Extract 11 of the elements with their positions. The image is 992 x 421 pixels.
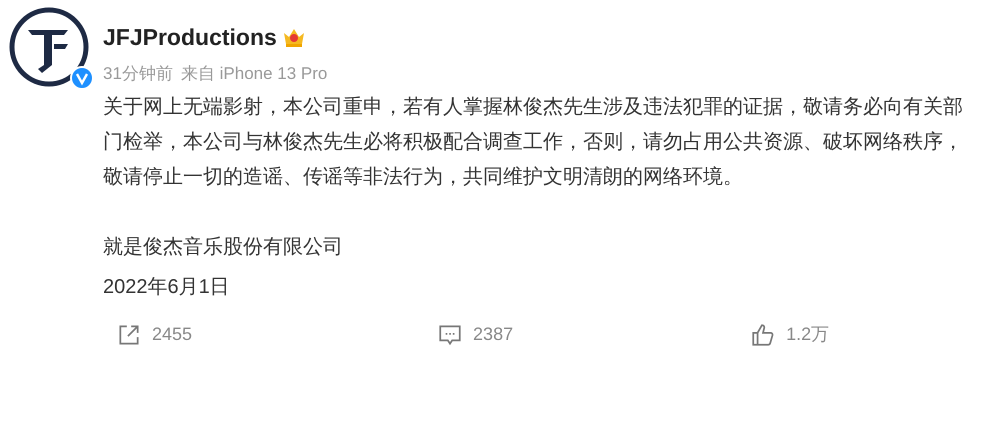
author-name[interactable]: JFJProductions [103, 20, 277, 54]
post-time: 31分钟前 [103, 62, 173, 84]
post-source: 来自 iPhone 13 Pro [180, 62, 328, 84]
signature-line: 2022年6月1日 [103, 275, 231, 300]
logo-icon [8, 6, 90, 88]
signature-line: 就是俊杰音乐股份有限公司 [103, 235, 344, 260]
share-button[interactable]: 2455 [116, 321, 192, 348]
like-button[interactable]: 1.2万 [750, 321, 830, 348]
thumbs-up-icon [750, 322, 776, 348]
post-text: 关于网上无端影射，本公司重申，若有人掌握林俊杰先生涉及违法犯罪的证据，敬请务必向有关部门检举，本公司与林俊杰先生必将积极配合调查工作，否则，请勿占用公共资源、破坏网络秩序，敬请停止一切的造谣、传谣等非法行为，共同维护文明清朗的网络环境。 [103, 95, 964, 190]
comment-button[interactable]: 2387 [437, 321, 514, 348]
